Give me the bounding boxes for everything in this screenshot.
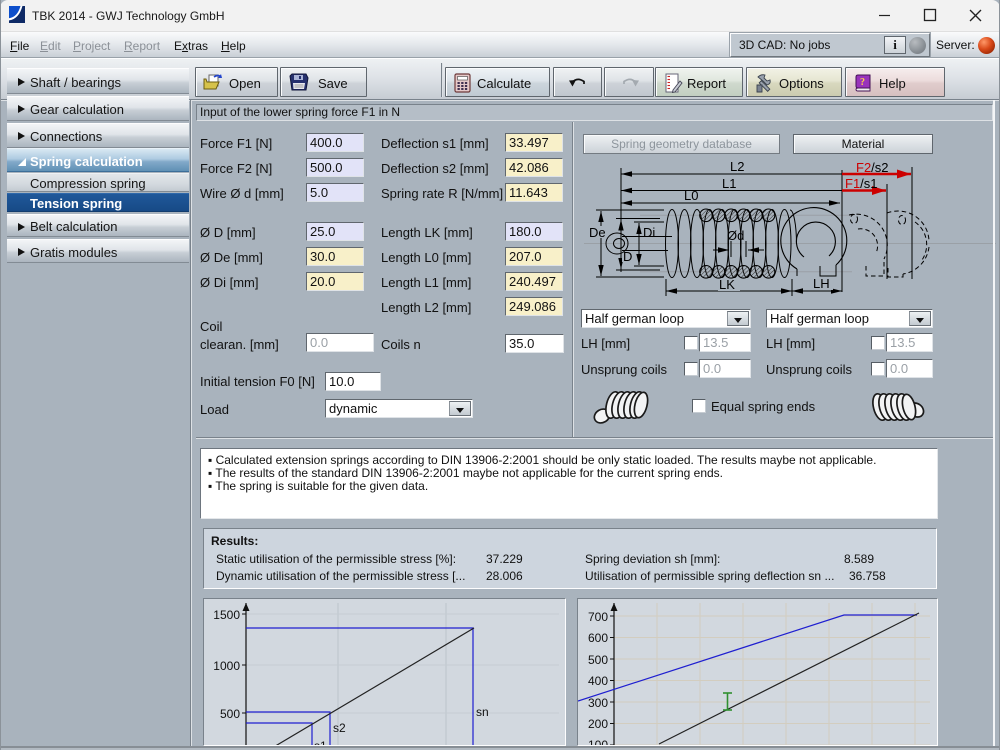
svg-text:100: 100 xyxy=(588,738,608,745)
svg-text:Ød: Ød xyxy=(727,228,744,243)
svg-text:700: 700 xyxy=(588,610,608,624)
svg-text:400: 400 xyxy=(588,674,608,688)
svg-text:F1/s1: F1/s1 xyxy=(845,176,878,191)
svg-text:600: 600 xyxy=(588,631,608,645)
svg-text:L2: L2 xyxy=(730,159,744,174)
svg-text:Di: Di xyxy=(643,225,655,240)
svg-text:LH: LH xyxy=(813,276,830,291)
svg-text:300: 300 xyxy=(588,696,608,710)
svg-text:1000: 1000 xyxy=(213,659,240,673)
svg-text:L1: L1 xyxy=(722,176,736,191)
svg-text:s1: s1 xyxy=(314,739,327,745)
svg-text:s2: s2 xyxy=(333,721,346,735)
svg-text:500: 500 xyxy=(588,653,608,667)
svg-text:De: De xyxy=(589,225,606,240)
svg-text:F2/s2: F2/s2 xyxy=(856,160,889,175)
svg-text:500: 500 xyxy=(220,707,240,721)
svg-text:LK: LK xyxy=(719,277,735,292)
svg-text:?: ? xyxy=(860,77,865,88)
svg-text:1500: 1500 xyxy=(213,608,240,622)
svg-text:L0: L0 xyxy=(684,188,698,203)
svg-text:200: 200 xyxy=(588,717,608,731)
svg-text:sn: sn xyxy=(476,705,489,719)
